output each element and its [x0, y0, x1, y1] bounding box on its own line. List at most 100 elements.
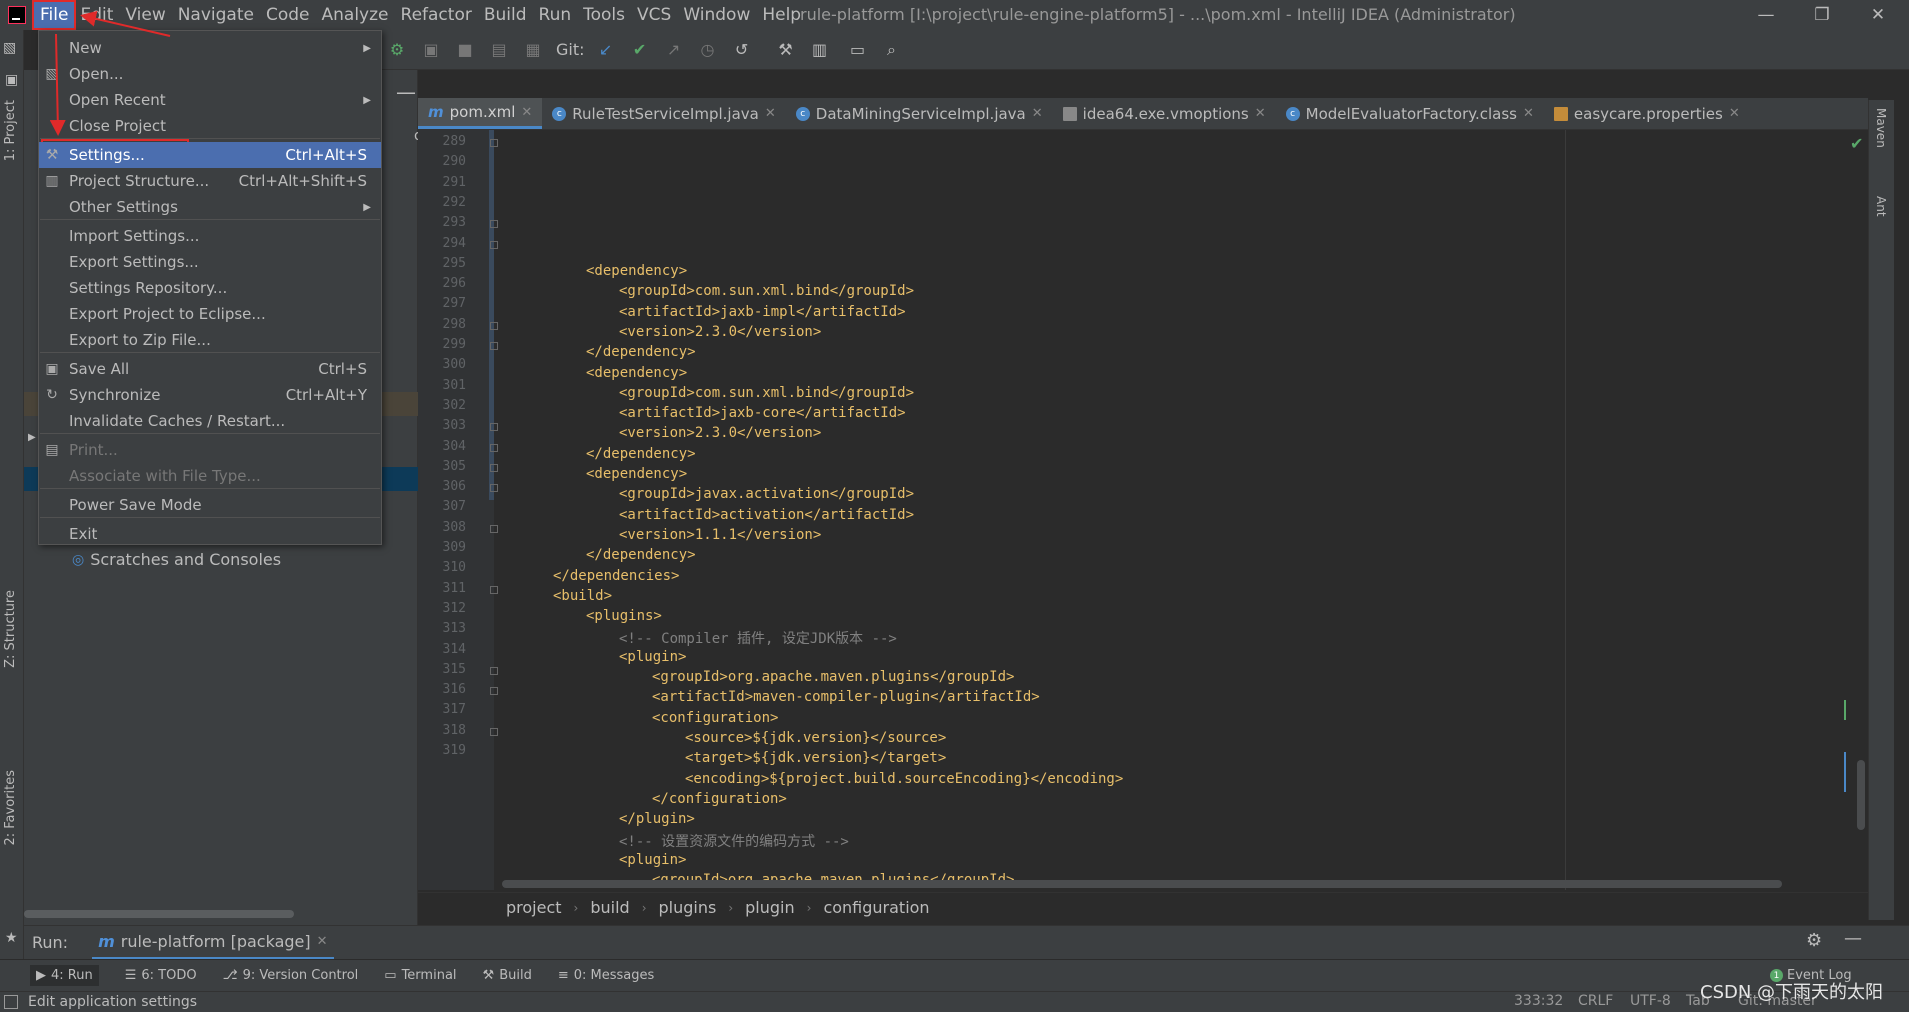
- file-menu-item[interactable]: Invalidate Caches / Restart...: [39, 408, 381, 434]
- breadcrumb-item[interactable]: build: [590, 898, 629, 917]
- editor-horizontal-scrollbar[interactable]: [502, 880, 1782, 888]
- folder-open-icon[interactable]: ▧: [3, 40, 16, 56]
- file-menu-item[interactable]: ▤ Print...: [39, 437, 381, 463]
- tool-window-button[interactable]: ▶ 4: Run: [30, 965, 99, 986]
- close-icon[interactable]: ✕: [317, 934, 328, 949]
- editor-vertical-scrollbar[interactable]: [1857, 760, 1865, 830]
- file-menu-item[interactable]: Export Settings...: [39, 249, 381, 275]
- editor-tab[interactable]: easycare.properties ✕: [1544, 98, 1750, 129]
- tool-window-button[interactable]: ⚒ Build: [483, 968, 532, 983]
- project-tool-tab[interactable]: 1: Project: [3, 100, 18, 161]
- editor-tab[interactable]: c RuleTestServiceImpl.java ✕: [542, 98, 785, 129]
- tool-window-button[interactable]: ⎇ 9: Version Control: [223, 968, 359, 983]
- close-tab-icon[interactable]: ✕: [521, 105, 532, 120]
- menu-run[interactable]: Run: [533, 2, 578, 28]
- menu-window[interactable]: Window: [677, 2, 756, 28]
- file-menu-item[interactable]: ↻ Synchronize Ctrl+Alt+Y: [39, 382, 381, 408]
- file-menu-item[interactable]: ▣ Save All Ctrl+S: [39, 356, 381, 382]
- file-menu-item[interactable]: ▧ Open...: [39, 61, 381, 87]
- build-icon[interactable]: ▤: [488, 39, 510, 61]
- fold-marker-icon[interactable]: [490, 585, 498, 594]
- close-tab-icon[interactable]: ✕: [765, 106, 776, 121]
- close-tab-icon[interactable]: ✕: [1032, 106, 1043, 121]
- restore-window-icon[interactable]: ❐: [1794, 0, 1850, 30]
- breadcrumb-item[interactable]: plugins: [659, 898, 717, 917]
- close-tab-icon[interactable]: ✕: [1729, 106, 1740, 121]
- breadcrumb-item[interactable]: configuration: [823, 898, 929, 917]
- breadcrumb-item[interactable]: plugin: [745, 898, 794, 917]
- inspection-ok-icon[interactable]: ✔: [1850, 134, 1863, 153]
- tree-item-scratches[interactable]: ◎ Scratches and Consoles: [72, 550, 281, 569]
- project-horizontal-scrollbar[interactable]: [24, 910, 294, 918]
- file-menu-item[interactable]: Export to Zip File...: [39, 327, 381, 353]
- structure-tool-tab[interactable]: Z: Structure: [3, 590, 18, 668]
- maven-tool-tab[interactable]: Maven: [1874, 108, 1888, 148]
- editor-tab[interactable]: m pom.xml ✕: [418, 98, 543, 129]
- menu-navigate[interactable]: Navigate: [172, 2, 260, 28]
- sync-icon[interactable]: ▦: [522, 39, 544, 61]
- file-menu-item[interactable]: New ▶: [39, 35, 381, 61]
- fold-marker-icon[interactable]: [490, 220, 498, 229]
- fold-marker-icon[interactable]: [490, 321, 498, 330]
- fold-marker-icon[interactable]: [490, 463, 498, 472]
- menu-edit[interactable]: Edit: [74, 2, 119, 28]
- menu-tools[interactable]: Tools: [577, 2, 631, 28]
- git-history-icon[interactable]: ◷: [697, 39, 719, 61]
- fold-marker-icon[interactable]: [490, 666, 498, 675]
- menu-code[interactable]: Code: [260, 2, 316, 28]
- menu-vcs[interactable]: VCS: [631, 2, 677, 28]
- tool-window-button[interactable]: ☰ 6: TODO: [125, 968, 197, 983]
- file-encoding[interactable]: UTF-8: [1630, 993, 1671, 1009]
- expand-arrow-icon[interactable]: ▶: [28, 432, 36, 443]
- toggle-tool-windows-icon[interactable]: [4, 995, 18, 1009]
- menu-build[interactable]: Build: [478, 2, 533, 28]
- menu-view[interactable]: View: [119, 2, 171, 28]
- ant-tool-tab[interactable]: Ant: [1874, 196, 1888, 217]
- editor-tab[interactable]: idea64.exe.vmoptions ✕: [1053, 98, 1276, 129]
- caret-position[interactable]: 333:32: [1514, 993, 1563, 1009]
- presentation-icon[interactable]: ▭: [847, 39, 869, 61]
- close-tab-icon[interactable]: ✕: [1255, 106, 1266, 121]
- debug-icon[interactable]: ⚙: [386, 39, 408, 61]
- git-update-icon[interactable]: ↙: [595, 39, 617, 61]
- fold-marker-icon[interactable]: [490, 240, 498, 249]
- close-tab-icon[interactable]: ✕: [1523, 106, 1534, 121]
- file-menu-item[interactable]: Export Project to Eclipse...: [39, 301, 381, 327]
- file-menu-item[interactable]: Exit: [39, 521, 381, 547]
- file-menu-item[interactable]: Other Settings ▶: [39, 194, 381, 220]
- file-menu-item[interactable]: Import Settings...: [39, 223, 381, 249]
- fold-marker-icon[interactable]: [490, 443, 498, 452]
- fold-marker-icon[interactable]: [490, 524, 498, 533]
- project-structure-icon[interactable]: ▥: [809, 39, 831, 61]
- run-coverage-icon[interactable]: ▣: [420, 39, 442, 61]
- file-menu-item[interactable]: ▥ Project Structure... Ctrl+Alt+Shift+S: [39, 168, 381, 194]
- editor-tab[interactable]: c ModelEvaluatorFactory.class ✕: [1276, 98, 1544, 129]
- code-editor[interactable]: <dependency> <groupId>com.sun.xml.bind</g…: [494, 130, 1868, 890]
- tool-window-button[interactable]: ≡ 0: Messages: [558, 968, 654, 983]
- line-separator[interactable]: CRLF: [1578, 993, 1613, 1009]
- run-config-tab[interactable]: m rule-platform [package] ✕: [92, 926, 334, 960]
- close-window-icon[interactable]: ✕: [1850, 0, 1906, 30]
- stop-icon[interactable]: ■: [454, 39, 476, 61]
- collapse-panel-icon[interactable]: —: [396, 80, 416, 104]
- minimize-icon[interactable]: —: [1844, 928, 1862, 949]
- search-icon[interactable]: ⌕: [881, 39, 903, 61]
- fold-marker-icon[interactable]: [490, 423, 498, 432]
- fold-marker-icon[interactable]: [490, 727, 498, 736]
- file-menu-item[interactable]: Power Save Mode: [39, 492, 381, 518]
- breadcrumb-item[interactable]: project: [506, 898, 562, 917]
- file-menu-item[interactable]: Associate with File Type...: [39, 463, 381, 489]
- git-push-icon[interactable]: ↗: [663, 39, 685, 61]
- favorites-tool-tab[interactable]: 2: Favorites: [3, 770, 18, 846]
- fold-marker-icon[interactable]: [490, 687, 498, 696]
- git-commit-icon[interactable]: ✔: [629, 39, 651, 61]
- menu-refactor[interactable]: Refactor: [395, 2, 478, 28]
- minimize-window-icon[interactable]: —: [1738, 0, 1794, 30]
- fold-marker-icon[interactable]: [490, 139, 498, 147]
- file-menu-item[interactable]: Close Project: [39, 113, 381, 139]
- menu-file[interactable]: File: [31, 0, 77, 30]
- menu-analyze[interactable]: Analyze: [316, 2, 395, 28]
- gear-icon[interactable]: ⚙: [1806, 930, 1822, 951]
- tool-window-button[interactable]: ▭ Terminal: [384, 968, 456, 983]
- editor-tab[interactable]: c DataMiningServiceImpl.java ✕: [786, 98, 1053, 129]
